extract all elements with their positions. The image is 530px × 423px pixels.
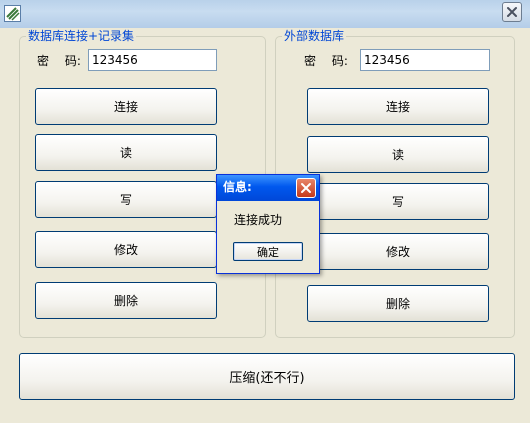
dialog-titlebar: 信息: — [217, 175, 319, 201]
close-icon — [507, 7, 517, 17]
left-group-title: 数据库连接+记录集 — [26, 29, 137, 43]
dialog-message: 连接成功 — [234, 213, 283, 227]
right-delete-button[interactable]: 删除 — [307, 285, 489, 322]
app-icon — [4, 5, 21, 22]
right-password-label: 密 码: — [304, 54, 348, 68]
compress-button[interactable]: 压缩(还不行) — [19, 353, 515, 400]
info-dialog: 信息: 连接成功 确定 — [216, 174, 320, 274]
dialog-title: 信息: — [223, 180, 252, 194]
left-connect-button[interactable]: 连接 — [35, 88, 217, 125]
left-read-button[interactable]: 读 — [35, 134, 217, 171]
left-password-label: 密 码: — [37, 54, 81, 68]
right-modify-button[interactable]: 修改 — [307, 233, 489, 270]
dialog-ok-button[interactable]: 确定 — [233, 242, 303, 261]
dialog-close-button[interactable] — [296, 178, 316, 198]
close-icon — [301, 183, 311, 193]
right-password-input[interactable] — [360, 49, 490, 71]
right-write-button[interactable]: 写 — [307, 183, 489, 220]
window-close-button[interactable] — [502, 2, 522, 22]
left-modify-button[interactable]: 修改 — [35, 231, 217, 268]
left-write-button[interactable]: 写 — [35, 181, 217, 218]
left-delete-button[interactable]: 删除 — [35, 282, 217, 319]
main-window: 数据库连接+记录集 密 码: 连接 读 写 修改 删除 外部数据库 密 码: 连… — [0, 0, 530, 423]
right-connect-button[interactable]: 连接 — [307, 88, 489, 125]
window-titlebar — [0, 0, 530, 28]
right-group-title: 外部数据库 — [282, 29, 347, 43]
right-read-button[interactable]: 读 — [307, 136, 489, 173]
left-password-input[interactable] — [88, 49, 217, 71]
